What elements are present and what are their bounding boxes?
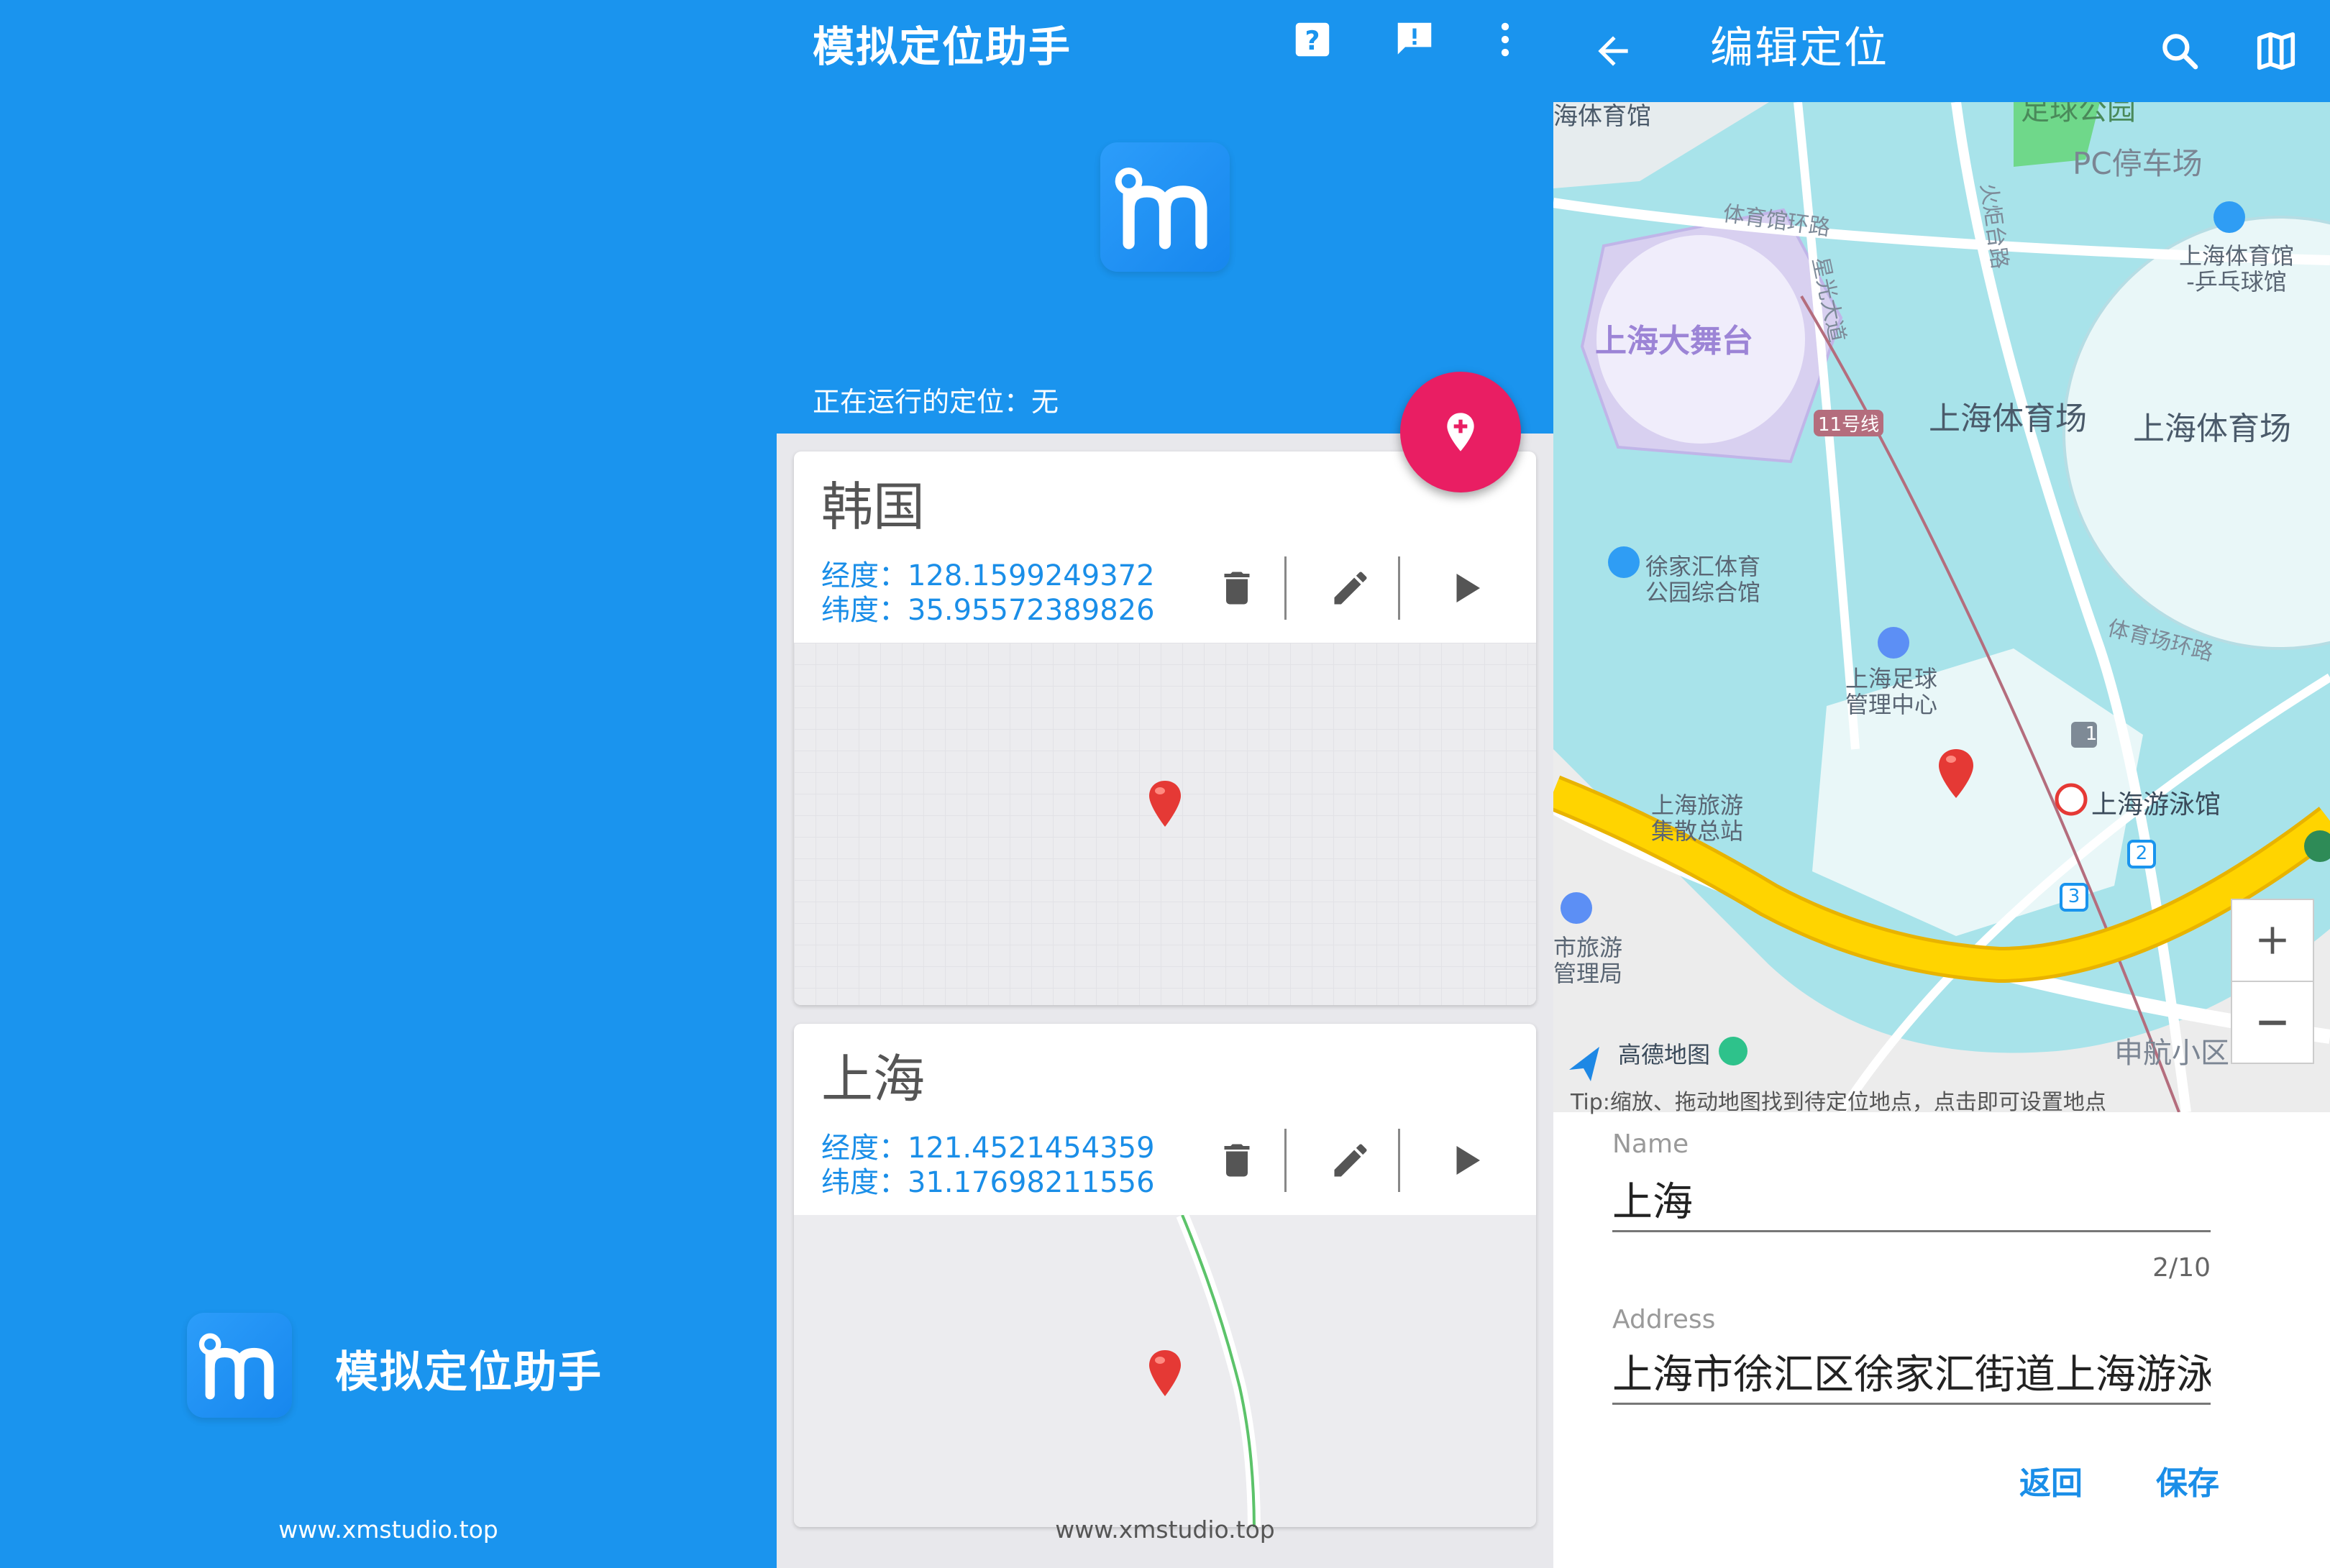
edit-icon xyxy=(1334,572,1367,605)
latitude-text: 纬度：31.17698211556 xyxy=(821,1166,1155,1199)
zoom-in-button[interactable] xyxy=(2231,899,2314,982)
address-input[interactable]: 上海市徐汇区徐家汇街道上海游泳馆 xyxy=(1612,1342,2211,1400)
map-preview xyxy=(794,643,1536,1005)
delete-button[interactable] xyxy=(1201,1124,1273,1196)
name-label: Name xyxy=(1612,1129,1689,1159)
address-label: Address xyxy=(1612,1305,1716,1334)
divider xyxy=(1284,1129,1287,1192)
divider xyxy=(1398,556,1400,620)
map-label: 上海体育馆 -乒乓球馆 xyxy=(2179,242,2295,295)
map-label: 上海大舞台 xyxy=(1595,323,1753,359)
search-icon[interactable] xyxy=(2155,26,2205,76)
map-brand-logo: 高德地图 xyxy=(1618,1041,1711,1068)
minus-icon xyxy=(2259,1020,2286,1025)
map-label: 上海体育场 xyxy=(2133,411,2291,447)
location-form: Name 上海 2/10 Address 上海市徐汇区徐家汇街道上海游泳馆 返回… xyxy=(1553,1112,2330,1568)
cancel-button[interactable]: 返回 xyxy=(2019,1457,2083,1503)
divider xyxy=(1398,1129,1400,1192)
map-label: 足球公园 xyxy=(2021,102,2136,127)
location-card[interactable]: 上海 经度：121.4521454359 纬度：31.17698211556 xyxy=(794,1024,1536,1527)
station-exit-label: 1 xyxy=(2085,723,2098,745)
metro-line-label: 11号线 xyxy=(1814,410,1884,436)
map-label: PC停车场 xyxy=(2073,146,2203,181)
location-card[interactable]: 韩国 经度：128.1599249372 纬度：35.95572389826 xyxy=(794,451,1536,1005)
edit-button[interactable] xyxy=(1315,552,1386,624)
location-name: 上海 xyxy=(821,1049,926,1109)
play-icon xyxy=(1456,1146,1480,1175)
website-url: www.xmstudio.top xyxy=(278,1516,498,1544)
edit-app-bar: 编辑定位 xyxy=(1553,0,2330,102)
edit-title: 编辑定位 xyxy=(1710,23,1888,73)
name-char-counter: 2/10 xyxy=(2152,1253,2211,1283)
back-arrow-icon[interactable] xyxy=(1588,26,1638,76)
divider xyxy=(1284,556,1287,620)
station-exit-label: 3 xyxy=(2068,886,2080,907)
website-url: www.xmstudio.top xyxy=(1055,1516,1275,1544)
start-location-button[interactable] xyxy=(1430,552,1502,624)
splash-screen: 模拟定位助手 www.xmstudio.top xyxy=(0,0,777,1568)
add-location-button[interactable] xyxy=(1400,372,1521,492)
help-icon[interactable]: ? xyxy=(1287,14,1338,65)
plus-icon xyxy=(2259,927,2286,954)
more-vert-icon[interactable] xyxy=(1480,14,1530,65)
app-logo-icon xyxy=(187,1313,292,1418)
splash-app-title: 模拟定位助手 xyxy=(335,1347,603,1398)
svg-text:?: ? xyxy=(1305,25,1320,56)
map-tip-text: Tip:缩放、拖动地图找到待定位地点，点击即可设置地点 xyxy=(1571,1090,2106,1115)
location-pin-icon xyxy=(1149,1350,1181,1396)
location-pin-icon xyxy=(1149,781,1181,827)
map-label: 申航小区 xyxy=(2114,1037,2229,1070)
edit-button[interactable] xyxy=(1315,1124,1386,1196)
delete-icon xyxy=(1224,1144,1250,1177)
delete-icon xyxy=(1224,572,1250,605)
location-name: 韩国 xyxy=(821,477,926,537)
map-label: 上海游泳馆 xyxy=(2091,790,2221,820)
edit-location-screen: 编辑定位 上海大舞台 PC停车场 上海体育场 上海体育场 上海体育馆 -乒乓球馆… xyxy=(1553,0,2330,1568)
map-preview xyxy=(794,1215,1536,1527)
map-label: 徐家汇体育 公园综合馆 xyxy=(1645,553,1761,606)
main-screen: 模拟定位助手 ? 正在运行的定位：无 韩国 经度：128.1599249372 … xyxy=(777,0,1553,1568)
name-underline xyxy=(1612,1230,2211,1232)
add-location-icon xyxy=(1447,413,1474,451)
map-view[interactable]: 上海大舞台 PC停车场 上海体育场 上海体育场 上海体育馆 -乒乓球馆 徐家汇体… xyxy=(1553,102,2330,1112)
start-location-button[interactable] xyxy=(1430,1124,1502,1196)
zoom-out-button[interactable] xyxy=(2231,981,2314,1064)
name-input[interactable]: 上海 xyxy=(1612,1170,2211,1228)
app-logo-icon xyxy=(1100,142,1230,272)
save-button[interactable]: 保存 xyxy=(2156,1457,2219,1503)
map-label: 上海足球 管理中心 xyxy=(1845,665,1938,718)
map-label: 上海体育场 xyxy=(1929,400,2087,437)
map-label: 市旅游 管理局 xyxy=(1553,934,1623,987)
app-title: 模拟定位助手 xyxy=(813,22,1072,71)
delete-button[interactable] xyxy=(1201,552,1273,624)
play-icon xyxy=(1456,574,1480,602)
map-label: 海体育馆 xyxy=(1553,102,1651,131)
latitude-text: 纬度：35.95572389826 xyxy=(821,594,1155,627)
feedback-icon[interactable] xyxy=(1389,14,1440,65)
station-exit-label: 2 xyxy=(2135,843,2148,864)
map-label: 上海旅游 集散总站 xyxy=(1651,792,1744,845)
address-underline xyxy=(1612,1403,2211,1405)
running-location-status: 正在运行的定位：无 xyxy=(813,386,1059,418)
map-icon[interactable] xyxy=(2251,26,2301,76)
edit-icon xyxy=(1334,1144,1367,1177)
